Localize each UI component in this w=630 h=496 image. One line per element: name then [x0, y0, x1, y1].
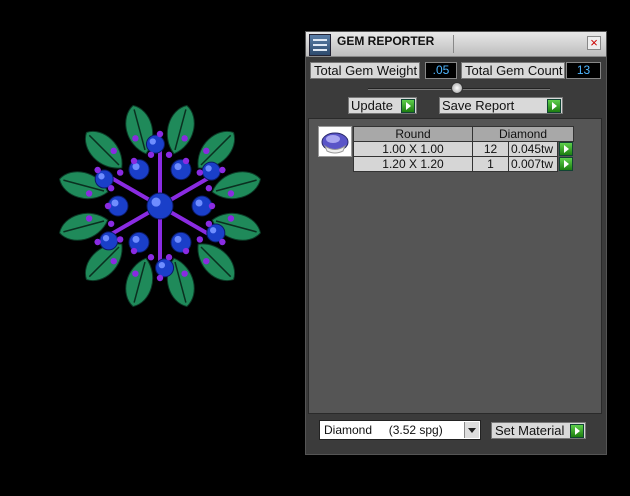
prong-bead — [147, 254, 155, 261]
title-bar[interactable]: GEM REPORTER × — [306, 32, 606, 57]
prong-bead — [110, 257, 117, 265]
gem-highlight — [102, 235, 110, 242]
material-select-value: Diamond (3.52 spg) — [324, 423, 443, 437]
leaf-petal — [166, 105, 195, 155]
prong-bead — [181, 270, 188, 277]
prong-bead — [182, 157, 190, 165]
save-report-arrow-icon — [547, 99, 561, 113]
gem-highlight — [149, 138, 156, 145]
table-header-material: Diamond — [472, 126, 574, 142]
table-cell-count: 12 — [472, 141, 509, 157]
total-gem-count-label: Total Gem Count — [461, 62, 565, 79]
blue-gem — [146, 192, 174, 220]
prong-bead — [85, 190, 93, 197]
chevron-down-icon[interactable] — [464, 422, 479, 438]
prong-bead — [165, 151, 173, 158]
update-label: Update — [351, 98, 393, 113]
prong-bead — [205, 185, 213, 192]
prong-bead — [107, 220, 115, 227]
prong-bead — [227, 215, 235, 222]
prong-bead — [116, 236, 124, 243]
prong-bead — [104, 202, 112, 210]
prong-bead — [165, 254, 173, 261]
set-material-button[interactable]: Set Material — [491, 422, 586, 439]
blue-gem — [155, 258, 175, 278]
gem-highlight — [174, 163, 182, 171]
prong-bead — [203, 257, 210, 265]
save-report-button[interactable]: Save Report — [439, 97, 563, 114]
gem-highlight — [151, 197, 161, 207]
close-button[interactable]: × — [587, 36, 601, 50]
leaf-petal — [197, 243, 236, 282]
prong-bead — [181, 135, 188, 142]
prong-bead — [85, 215, 93, 222]
prong-bead — [203, 147, 210, 155]
set-material-arrow-icon — [570, 424, 584, 438]
prong-bead — [107, 185, 115, 192]
gem-reporter-icon — [309, 34, 331, 56]
row-select-arrow-icon[interactable] — [559, 142, 573, 156]
jewel-render — [59, 105, 261, 307]
table-cell-weight: 0.007tw — [508, 156, 558, 172]
3d-viewport[interactable] — [0, 0, 300, 496]
blue-gem — [99, 231, 119, 251]
prong-bead — [219, 238, 226, 246]
prong-bead — [227, 190, 235, 197]
gem-highlight — [209, 227, 217, 234]
gem-highlight — [98, 173, 105, 180]
total-gem-count-value: 13 — [566, 62, 601, 79]
prong-bead — [196, 169, 204, 176]
table-cell-count: 1 — [472, 156, 509, 172]
prong-bead — [94, 238, 101, 246]
round-diamond-icon — [321, 132, 349, 154]
gem-highlight — [158, 261, 166, 269]
total-gem-weight-label: Total Gem Weight — [310, 62, 420, 79]
gem-highlight — [205, 165, 212, 172]
prong-bead — [110, 147, 117, 155]
total-gem-weight-value: .05 — [425, 62, 457, 79]
title-divider — [453, 35, 454, 53]
table-cell-size: 1.20 X 1.20 — [353, 156, 473, 172]
prong-bead — [147, 151, 155, 158]
prong-bead — [156, 130, 164, 138]
gem-highlight — [174, 235, 182, 243]
leaf-petal — [125, 257, 154, 307]
save-report-label: Save Report — [442, 98, 515, 113]
gem-report-list[interactable]: Round Diamond 1.00 X 1.00 12 0.045tw 1.2… — [308, 118, 602, 414]
gem-highlight — [132, 235, 140, 243]
row-select-arrow-icon[interactable] — [559, 157, 573, 171]
gem-highlight — [111, 199, 119, 207]
size-slider-thumb[interactable] — [451, 82, 463, 94]
prong-bead — [130, 157, 138, 165]
gem-reporter-panel: GEM REPORTER × Total Gem Weight .05 Tota… — [305, 31, 607, 455]
prong-bead — [132, 135, 139, 142]
set-material-label: Set Material — [495, 423, 565, 438]
prong-bead — [156, 274, 164, 282]
prong-bead — [132, 270, 139, 277]
material-select[interactable]: Diamond (3.52 spg) — [319, 420, 481, 440]
prong-bead — [94, 166, 101, 174]
prong-bead — [205, 220, 213, 227]
blue-gem — [201, 161, 221, 181]
update-button[interactable]: Update — [348, 97, 417, 114]
prong-bead — [182, 247, 190, 255]
table-cell-weight: 0.045tw — [508, 141, 558, 157]
panel-title: GEM REPORTER — [337, 34, 435, 48]
prong-bead — [130, 247, 138, 255]
prong-bead — [219, 166, 226, 174]
gem-highlight — [195, 199, 203, 207]
table-header-shape: Round — [353, 126, 473, 142]
prong-bead — [208, 202, 216, 210]
table-cell-size: 1.00 X 1.00 — [353, 141, 473, 157]
blue-gem — [145, 134, 165, 154]
prong-bead — [116, 169, 124, 176]
update-arrow-icon — [401, 99, 415, 113]
prong-bead — [196, 236, 204, 243]
leaf-petal — [84, 130, 123, 169]
gem-highlight — [132, 163, 140, 171]
gem-thumbnail — [318, 126, 352, 157]
